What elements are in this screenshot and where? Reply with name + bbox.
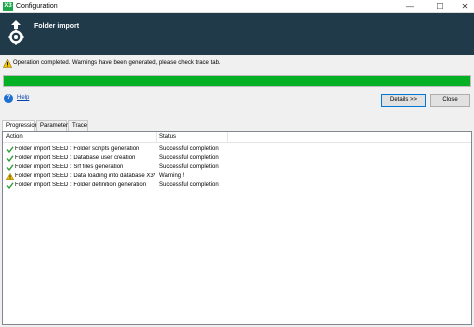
check-icon xyxy=(6,146,14,154)
row-status: Successful completion xyxy=(159,164,219,170)
row-action: Folder import SEED : Srf files generatio… xyxy=(15,164,124,170)
app-logo-icon: X3 xyxy=(3,2,13,11)
row-status: Warning ! xyxy=(159,173,185,179)
tab-parameter[interactable]: Parameter xyxy=(36,120,68,131)
column-divider[interactable] xyxy=(156,132,157,143)
upload-gear-icon xyxy=(8,20,24,45)
row-status: Successful completion xyxy=(159,146,219,152)
window-title: Configuration xyxy=(16,3,58,10)
list-row[interactable]: Folder import SEED : Folder scripts gene… xyxy=(3,145,471,154)
list-row[interactable]: Folder import SEED : Folder definition g… xyxy=(3,181,471,190)
list-row[interactable]: Folder import SEED : Data loading into d… xyxy=(3,172,471,181)
column-header-status[interactable]: Status xyxy=(159,134,176,140)
row-status: Successful completion xyxy=(159,182,219,188)
row-action: Folder import SEED : Database user creat… xyxy=(15,155,136,161)
row-action: Folder import SEED : Data loading into d… xyxy=(15,173,155,179)
status-message-row: Operation completed. Warnings have been … xyxy=(0,58,474,70)
progression-list[interactable]: Action Status Folder import SEED : Folde… xyxy=(2,131,472,325)
row-action: Folder import SEED : Folder definition g… xyxy=(15,182,147,188)
list-row[interactable]: Folder import SEED : Srf files generatio… xyxy=(3,163,471,172)
row-action: Folder import SEED : Folder scripts gene… xyxy=(15,146,140,152)
column-header-action[interactable]: Action xyxy=(6,134,23,140)
help-link[interactable]: Help xyxy=(17,95,29,101)
list-row[interactable]: Folder import SEED : Database user creat… xyxy=(3,154,471,163)
tab-trace[interactable]: Trace xyxy=(68,120,88,131)
warning-icon xyxy=(5,172,15,180)
check-icon xyxy=(6,182,14,190)
warning-icon xyxy=(3,59,12,68)
progress-fill xyxy=(4,76,470,86)
check-icon xyxy=(6,164,14,172)
page-title: Folder import xyxy=(34,23,80,30)
row-status: Successful completion xyxy=(159,155,219,161)
window-titlebar: X3 Configuration — ☐ ✕ xyxy=(0,0,474,13)
progress-bar xyxy=(3,75,471,87)
maximize-button[interactable]: ☐ xyxy=(427,0,453,13)
minimize-button[interactable]: — xyxy=(397,0,423,13)
header-banner: Folder import xyxy=(0,13,474,55)
list-header: Action Status xyxy=(3,132,471,143)
check-icon xyxy=(6,155,14,163)
close-button[interactable]: Close xyxy=(430,94,470,107)
help-icon[interactable]: ? xyxy=(4,94,13,103)
column-divider[interactable] xyxy=(227,132,228,143)
status-message: Operation completed. Warnings have been … xyxy=(13,60,221,66)
close-window-button[interactable]: ✕ xyxy=(452,0,474,13)
details-button[interactable]: Details >> xyxy=(381,94,426,107)
